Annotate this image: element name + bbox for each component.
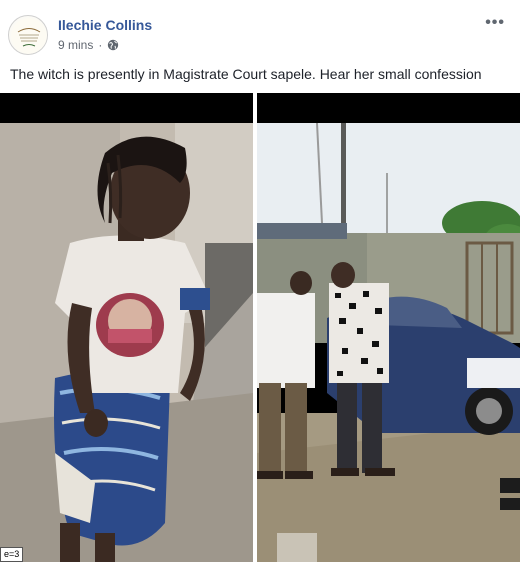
post-photo-left[interactable] [0,93,253,562]
post-meta: 9 mins · [58,38,119,52]
ellipsis-icon[interactable]: ••• [485,14,505,32]
globe-icon[interactable] [107,39,119,51]
page-indicator-badge: e=3 [0,547,24,562]
post-caption: The witch is presently in Magistrate Cou… [10,66,482,82]
post-header: Ilechie Collins 9 mins · ••• [0,0,520,60]
photo-woman [0,93,253,562]
author-name-link[interactable]: Ilechie Collins [58,17,152,33]
meta-separator: · [98,38,103,52]
photo-car-scene [257,93,520,562]
avatar-image [11,18,47,54]
feed-post: Ilechie Collins 9 mins · ••• The witch i… [0,0,520,562]
post-photo-right[interactable] [257,93,520,562]
post-timestamp[interactable]: 9 mins [58,38,93,52]
author-avatar[interactable] [8,15,48,55]
